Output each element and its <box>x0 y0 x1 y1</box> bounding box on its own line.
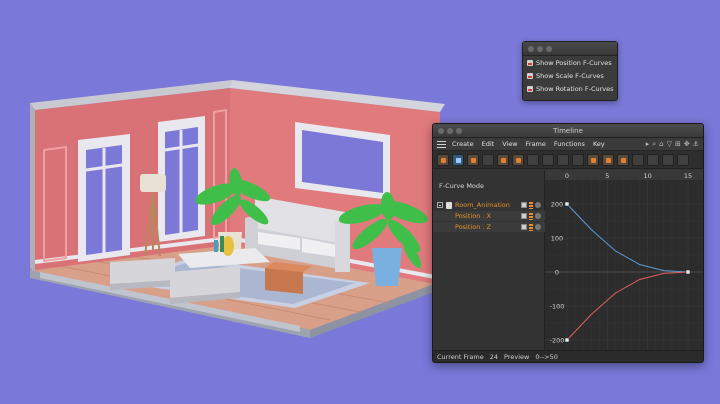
current-frame-value: 24 <box>489 353 499 361</box>
x-tick-label: 5 <box>605 172 609 180</box>
menu-item-position-fcurves[interactable]: Show Position F-Curves <box>523 56 617 69</box>
fcurve-graph[interactable]: 0 5 10 15 200 100 0 -100 -200 <box>545 170 703 350</box>
search-icon[interactable]: ⌕ <box>652 140 656 149</box>
close-icon[interactable] <box>438 128 444 134</box>
close-icon[interactable] <box>528 46 534 52</box>
preview-label: Preview <box>504 353 530 361</box>
maximize-icon[interactable] <box>456 128 462 134</box>
layer-bars-icon <box>529 201 533 209</box>
graph-grid <box>545 170 703 350</box>
layer-bars-icon <box>529 223 533 231</box>
status-bar: Current Frame 24 Preview 0-->50 <box>433 350 703 362</box>
minimize-icon[interactable] <box>447 128 453 134</box>
checkbox[interactable] <box>521 213 527 219</box>
key-record-icon[interactable] <box>512 153 524 166</box>
menu-key[interactable]: Key <box>593 140 605 148</box>
fcurve-icon <box>527 59 533 66</box>
key-mode-icon[interactable] <box>437 153 449 166</box>
zero-slope-icon[interactable] <box>632 153 644 166</box>
menu-item-scale-fcurves[interactable]: Show Scale F-Curves <box>523 69 617 82</box>
y-tick-label: 100 <box>551 235 563 243</box>
track-list: F-Curve Mode Room_Animation Position . X <box>433 170 545 350</box>
ripple-icon[interactable] <box>557 153 569 166</box>
linear-key-icon[interactable] <box>617 153 629 166</box>
frame-all-icon[interactable] <box>527 153 539 166</box>
triangle-right-icon[interactable]: ▸ <box>646 140 650 149</box>
loop-icon[interactable] <box>497 153 509 166</box>
checkbox[interactable] <box>521 224 527 230</box>
solo-icon[interactable] <box>535 202 541 208</box>
menu-edit[interactable]: Edit <box>482 140 495 148</box>
x-tick-label: 15 <box>684 172 692 180</box>
window-title: Timeline <box>553 127 583 135</box>
keyframe-point <box>685 269 691 275</box>
track-name: Room_Animation <box>455 201 510 209</box>
move-icon[interactable]: ✥ <box>684 140 690 149</box>
menu-item-label: Show Rotation F-Curves <box>536 84 614 93</box>
zoom-icon[interactable] <box>572 153 584 166</box>
menubar: Create Edit View Frame Functions Key ▸ ⌕… <box>433 138 703 151</box>
delete-key-icon[interactable] <box>602 153 614 166</box>
menu-view[interactable]: View <box>502 140 517 148</box>
track-row-position-z[interactable]: Position . Z <box>433 222 545 232</box>
maximize-icon[interactable] <box>546 46 552 52</box>
menu-functions[interactable]: Functions <box>554 140 585 148</box>
menu-item-label: Show Scale F-Curves <box>536 71 604 80</box>
more-tools-icon[interactable] <box>677 153 689 166</box>
keyframe-point <box>564 337 570 343</box>
menu-create[interactable]: Create <box>452 140 474 148</box>
collapse-icon[interactable] <box>437 202 443 208</box>
track-row-root[interactable]: Room_Animation <box>433 200 545 210</box>
track-name: Position . Z <box>455 223 491 231</box>
x-tick-label: 0 <box>565 172 569 180</box>
y-tick-label: 0 <box>555 269 559 277</box>
separator-icon <box>482 153 494 166</box>
menu-frame[interactable]: Frame <box>526 140 546 148</box>
home-icon[interactable]: ⌂ <box>659 140 663 149</box>
current-frame-label: Current Frame <box>437 353 484 361</box>
null-object-icon <box>446 201 452 209</box>
keyframe-point <box>564 201 570 207</box>
track-row-position-x[interactable]: Position . X <box>433 211 545 221</box>
fcurve-mode-icon[interactable] <box>452 153 464 166</box>
y-tick-label: -100 <box>550 303 565 311</box>
add-key-icon[interactable] <box>587 153 599 166</box>
solo-icon[interactable] <box>535 213 541 219</box>
menubar-tools: ▸ ⌕ ⌂ ▽ ⊞ ✥ ⚓ <box>646 140 703 149</box>
layer-bars-icon <box>529 212 533 220</box>
x-tick-label: 10 <box>644 172 652 180</box>
checkbox[interactable] <box>521 202 527 208</box>
fcurve-popup-menu: Show Position F-Curves Show Scale F-Curv… <box>522 41 618 101</box>
timeline-window: Timeline Create Edit View Frame Function… <box>432 123 704 363</box>
preview-value: 0-->50 <box>535 353 558 361</box>
menu-item-rotation-fcurves[interactable]: Show Rotation F-Curves <box>523 82 617 95</box>
filter-icon[interactable]: ▽ <box>667 140 672 149</box>
timeline-body: F-Curve Mode Room_Animation Position . X <box>433 170 703 350</box>
snap-icon[interactable] <box>542 153 554 166</box>
hamburger-menu-icon[interactable] <box>437 140 446 148</box>
y-tick-label: 200 <box>551 201 563 209</box>
anchor-icon[interactable]: ⚓ <box>693 140 699 149</box>
timeline-toolbar <box>433 151 703 169</box>
new-panel-icon[interactable]: ⊞ <box>675 140 681 149</box>
fcurve-icon <box>527 85 533 92</box>
y-tick-label: -200 <box>550 337 565 345</box>
track-name: Position . X <box>455 212 491 220</box>
break-tangent-icon[interactable] <box>662 153 674 166</box>
timeline-titlebar: Timeline <box>433 124 703 138</box>
motion-mode-icon[interactable] <box>467 153 479 166</box>
popup-titlebar <box>523 42 617 56</box>
fcurve-icon <box>527 72 533 79</box>
solo-icon[interactable] <box>535 224 541 230</box>
minimize-icon[interactable] <box>537 46 543 52</box>
mode-label: F-Curve Mode <box>439 182 485 190</box>
menu-item-label: Show Position F-Curves <box>536 58 612 67</box>
zero-length-icon[interactable] <box>647 153 659 166</box>
